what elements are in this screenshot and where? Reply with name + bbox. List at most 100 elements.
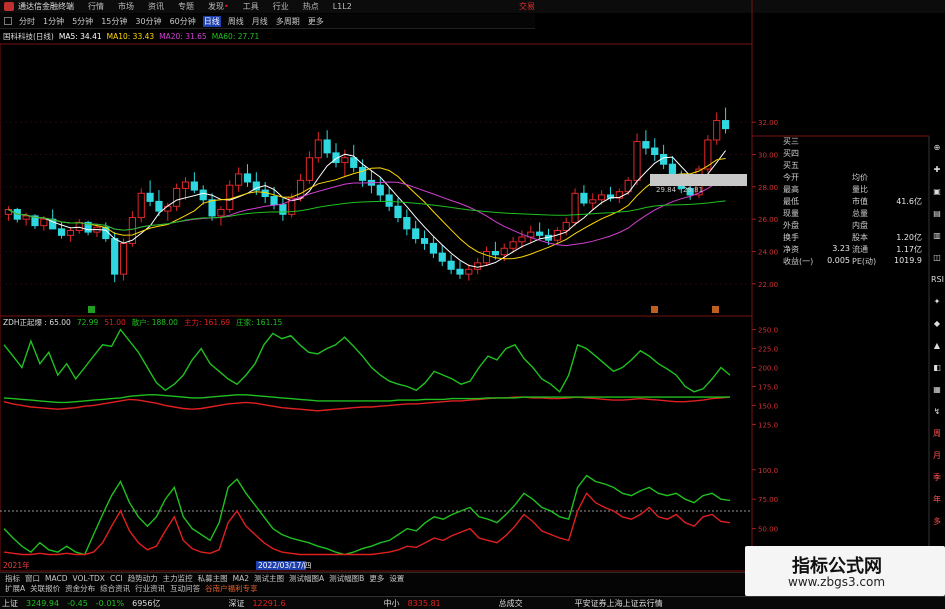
add-icon[interactable]: ✚ [931,164,943,176]
table-icon[interactable]: ▦ [931,384,943,396]
indicator-tab[interactable]: 测试幅图B [329,573,364,584]
price-tick-label: 22.00 [758,281,778,289]
indicator-tab[interactable]: VOL-TDX [72,574,104,583]
candle [412,220,420,244]
candle [119,238,128,281]
candle-body [208,199,216,217]
sh-index-amount: 6956亿 [132,598,161,608]
grid-icon[interactable]: ▥ [931,230,943,242]
info-row: 外盘 内盘 [780,220,925,231]
month-icon[interactable]: 月 [931,450,943,462]
info-row: 买四 [780,148,925,159]
info-key: 内盘 [852,221,868,230]
info-val: 1019.9 [894,256,922,265]
candle-body [562,221,570,231]
indicator-tab[interactable]: 更多 [369,573,384,584]
multi-icon[interactable]: 多 [931,516,943,528]
indicator-panel-frame [0,315,753,572]
indicator-tab[interactable]: 私募主图 [198,573,228,584]
candle-body [721,120,730,130]
candle [642,130,650,155]
info-label: 换手 [783,233,799,242]
indicator-v3: 散户: 188.00 [131,318,178,327]
candle-body [235,173,243,186]
candle [420,230,429,250]
candle [173,183,181,212]
candle [199,185,207,205]
indicator-series-line [3,474,731,556]
info-key: 量比 [852,185,868,194]
extension-tab[interactable]: 互动问答 [170,583,200,594]
layout-icon[interactable]: ◫ [931,252,943,264]
candle [713,112,721,145]
info-row: 净资 3.23 流通 1.17亿 [780,244,925,255]
site-watermark: 指标公式网 www.zbgs3.com [745,546,945,596]
extension-tab[interactable]: 扩展A [5,583,25,594]
rsi-icon[interactable]: RSI [931,274,944,286]
candle [181,177,190,200]
candle-body [66,229,75,236]
candle-body [164,205,172,212]
zx-index-label[interactable]: 中小 [384,598,400,609]
candle [137,188,145,223]
extension-tab[interactable]: 行业资讯 [135,583,165,594]
indicator-tick-label: 100.0 [758,467,778,475]
indicator-tab[interactable]: 窗口 [25,573,40,584]
info-label: 现量 [783,209,799,218]
list-icon[interactable]: ▤ [931,208,943,220]
candle [4,206,13,221]
chart-svg[interactable]: 32.00 30.00 28.00 26.00 24.00 22.00 29.84 - 2… [0,0,945,609]
info-row: 收益(一) 0.005 PE(动) 1019.9 [780,256,925,267]
sh-index-label[interactable]: 上证 [2,598,18,609]
week-icon[interactable]: 周 [931,428,943,440]
info-row: 换手 股本 1.20亿 [780,232,925,243]
quarter-icon[interactable]: 季 [931,472,943,484]
year-icon[interactable]: 年 [931,494,943,506]
extension-tab[interactable]: 综合资讯 [100,583,130,594]
window-icon[interactable]: ▣ [931,186,943,198]
indicator-tab[interactable]: 指标 [5,573,20,584]
panel-icon[interactable]: ◧ [931,362,943,374]
star-icon[interactable]: ✦ [931,296,943,308]
indicator-v2: 51.00 [104,318,126,327]
candle [385,186,393,212]
candle-body [394,205,402,219]
extension-tab[interactable]: 谷南户福利专享 [205,583,258,594]
zoom-in-icon[interactable]: ⊕ [931,142,943,154]
price-tick-label: 28.00 [758,184,778,192]
sz-index-label[interactable]: 深证 [228,598,244,609]
candle-body [500,247,508,256]
indicator-tab[interactable]: 主力监控 [163,573,193,584]
candle-body [243,173,252,183]
signal-marker-buy [88,306,95,313]
indicator-tick-label: 225.0 [758,346,778,354]
candle [13,207,21,223]
triangle-icon[interactable]: ▲ [931,340,943,352]
extension-tab[interactable]: 资金分布 [65,583,95,594]
candle [571,188,579,226]
candle-body [491,251,499,256]
indicator-upper-lines [3,328,731,412]
candle [208,193,216,221]
indicator-tab[interactable]: 趋势动力 [128,573,158,584]
indicator-series-line [3,394,730,404]
indicator-name: ZDH正起爆 : 65.00 [3,318,71,327]
candle-body [412,228,420,240]
indicator-tab[interactable]: 测试幅图A [289,573,324,584]
indicator-tab[interactable]: MA2 [233,574,249,583]
candle [84,220,92,236]
chart-area[interactable]: 32.00 30.00 28.00 26.00 24.00 22.00 29.84 - 2… [0,0,945,609]
indicator-tab[interactable]: 测试主图 [254,573,284,584]
diamond-icon[interactable]: ◆ [931,318,943,330]
info-label: 最高 [783,185,799,194]
indicator-tab[interactable]: CCI [110,574,123,583]
signal-marker-sell [651,306,658,313]
indicator-series-line [3,328,731,393]
indicator-tab[interactable]: 设置 [389,573,404,584]
candle-body [633,141,641,181]
candle [75,219,83,234]
lightning-icon[interactable]: ↯ [931,406,943,418]
indicator-tab[interactable]: MACD [45,574,67,583]
extension-tab[interactable]: 关联报价 [30,583,60,594]
candle-body [128,217,136,244]
